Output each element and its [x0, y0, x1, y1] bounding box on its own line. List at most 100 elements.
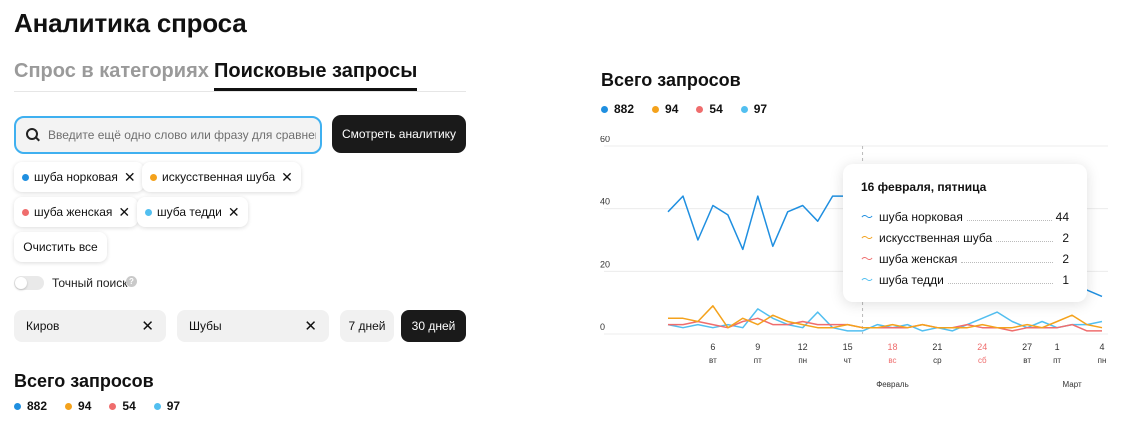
chip-label: шуба тедди [157, 205, 222, 219]
x-tick-weekday: пт [754, 356, 762, 365]
total-value: 97 [753, 102, 768, 116]
search-box [14, 116, 322, 154]
x-month-label: Февраль [876, 380, 909, 389]
close-icon[interactable]: ✕ [281, 169, 293, 186]
x-tick-weekday: вт [709, 356, 717, 365]
tooltip-series-value: 1 [1062, 272, 1069, 287]
x-tick-weekday: пн [1098, 356, 1107, 365]
help-icon[interactable]: ? [126, 276, 137, 287]
tooltip-series-name: шуба норковая [879, 209, 963, 224]
period-30-days-button[interactable]: 30 дней [401, 310, 466, 342]
tooltip-row: 〜 шуба тедди 1 [861, 269, 1069, 290]
total-value: 94 [78, 399, 92, 413]
chip-mink-fur[interactable]: шуба норковая ✕ [14, 162, 144, 192]
series-color-dot [153, 402, 161, 410]
close-icon[interactable]: ✕ [228, 204, 240, 221]
totals-title-chart: Всего запросов [601, 70, 741, 90]
x-month-label: Март [1062, 380, 1081, 389]
chart-tooltip: 16 февраля, пятница 〜 шуба норковая 44 〜… [843, 164, 1087, 302]
x-tick-weekday: вс [888, 356, 896, 365]
tooltip-series-name: искусственная шуба [879, 230, 993, 245]
exact-search-label: Точный поиск [52, 276, 128, 290]
x-tick-day: 6 [710, 342, 715, 352]
x-tick-day: 27 [1022, 342, 1032, 352]
tooltip-series-value: 44 [1055, 209, 1069, 224]
total-item: 882 [14, 399, 47, 413]
series-color-dot [65, 402, 73, 410]
close-icon[interactable]: ✕ [304, 317, 317, 335]
close-icon[interactable]: ✕ [141, 317, 154, 335]
chip-label: искусственная шуба [162, 170, 276, 184]
x-tick-day: 21 [932, 342, 942, 352]
total-value: 54 [709, 102, 723, 116]
period-7-days-button[interactable]: 7 дней [340, 310, 394, 342]
total-value: 54 [122, 399, 136, 413]
tooltip-row: 〜 искусственная шуба 2 [861, 227, 1069, 248]
region-value: Киров [26, 319, 60, 333]
x-tick-weekday: вт [1023, 356, 1031, 365]
chip-women-fur[interactable]: шуба женская ✕ [14, 197, 139, 227]
total-value: 882 [614, 102, 635, 116]
series-color-dot [145, 208, 152, 216]
y-tick-label: 60 [600, 136, 610, 144]
total-item: 94 [652, 102, 678, 116]
total-item: 97 [740, 102, 768, 116]
total-value: 882 [27, 399, 48, 413]
chip-faux-fur[interactable]: искусственная шуба ✕ [142, 162, 301, 192]
series-color-dot [22, 208, 29, 216]
total-item: 54 [696, 102, 723, 116]
x-tick-day: 4 [1099, 342, 1104, 352]
tooltip-series-value: 2 [1062, 230, 1069, 245]
page-title: Аналитика спроса [14, 8, 247, 38]
totals-legend-left: 882 94 54 97 [14, 399, 198, 413]
tooltip-series-name: шуба женская [879, 251, 958, 266]
x-tick-day: 15 [843, 342, 853, 352]
y-tick-label: 40 [600, 197, 610, 207]
chip-label: шуба норковая [34, 170, 118, 184]
x-tick-weekday: пн [798, 356, 807, 365]
close-icon[interactable]: ✕ [124, 169, 136, 186]
tab-bar: Спрос в категориях Поисковые запросы [14, 60, 466, 92]
exact-search-toggle[interactable] [14, 276, 44, 290]
region-filter[interactable]: Киров ✕ [14, 310, 166, 342]
series-line-icon: 〜 [861, 210, 874, 224]
x-tick-day: 18 [887, 342, 897, 352]
total-item: 882 [601, 102, 634, 116]
x-tick-weekday: пт [1053, 356, 1061, 365]
x-tick-day: 24 [977, 342, 987, 352]
x-tick-weekday: чт [844, 356, 852, 365]
series-line-icon: 〜 [861, 231, 874, 245]
view-analytics-button[interactable]: Смотреть аналитику [332, 115, 466, 153]
dotted-leader [947, 276, 1053, 284]
chip-teddy-fur[interactable]: шуба тедди ✕ [137, 197, 248, 227]
x-tick-day: 12 [798, 342, 808, 352]
y-tick-label: 20 [600, 259, 610, 269]
tooltip-row: 〜 шуба женская 2 [861, 248, 1069, 269]
series-color-dot [696, 105, 704, 113]
category-filter[interactable]: Шубы ✕ [177, 310, 329, 342]
series-color-dot [652, 105, 660, 113]
tab-search-queries[interactable]: Поисковые запросы [214, 60, 418, 91]
total-item: 54 [109, 399, 136, 413]
tooltip-series-name: шуба тедди [879, 272, 944, 287]
clear-all-button[interactable]: Очистить все [14, 232, 107, 262]
total-value: 94 [665, 102, 679, 116]
dotted-leader [966, 213, 1052, 221]
close-icon[interactable]: ✕ [118, 204, 130, 221]
chip-label: шуба женская [34, 205, 113, 219]
total-item: 94 [65, 399, 91, 413]
total-value: 97 [166, 399, 181, 413]
tooltip-row: 〜 шуба норковая 44 [861, 206, 1069, 227]
tab-category-demand[interactable]: Спрос в категориях [14, 60, 209, 91]
series-color-dot [150, 173, 157, 181]
totals-title-left: Всего запросов [14, 371, 154, 391]
category-value: Шубы [189, 319, 222, 333]
x-tick-day: 9 [755, 342, 760, 352]
series-color-dot [22, 173, 29, 181]
series-color-dot [740, 105, 748, 113]
x-tick-weekday: сб [978, 356, 987, 365]
series-line-icon: 〜 [861, 273, 874, 287]
tooltip-title: 16 февраля, пятница [861, 180, 987, 194]
search-input[interactable] [48, 128, 316, 142]
series-color-dot [109, 402, 117, 410]
